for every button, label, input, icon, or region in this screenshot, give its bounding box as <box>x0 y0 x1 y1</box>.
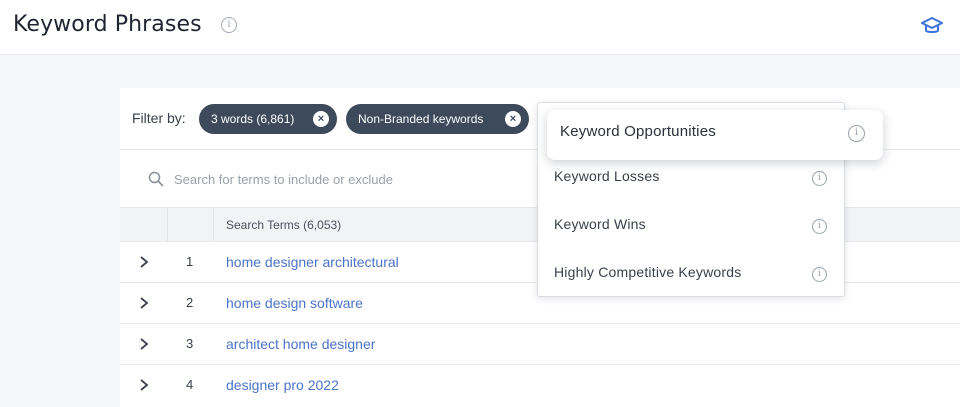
row-number: 2 <box>186 295 194 310</box>
dropdown-option-label: Keyword Losses <box>554 168 660 184</box>
search-term-link[interactable]: home designer architectural <box>226 254 399 270</box>
info-icon[interactable]: i <box>812 171 827 186</box>
table-row[interactable]: 3 architect home designer <box>120 324 960 365</box>
search-input[interactable] <box>174 166 574 192</box>
search-term-link[interactable]: home design software <box>226 295 363 311</box>
dropdown-option-keyword-opportunities[interactable]: Keyword Opportunities i <box>547 110 883 160</box>
graduation-cap-icon[interactable] <box>920 15 944 37</box>
row-number: 1 <box>186 254 194 269</box>
column-divider <box>167 208 168 242</box>
chevron-right-icon[interactable] <box>138 378 150 392</box>
row-number: 4 <box>186 377 194 392</box>
chevron-right-icon[interactable] <box>138 296 150 310</box>
dropdown-option-highly-competitive[interactable]: Highly Competitive Keywords i <box>538 250 844 296</box>
page-title: Keyword Phrases <box>13 12 202 37</box>
dropdown-selected-label: Keyword Opportunities <box>560 123 716 140</box>
search-term-link[interactable]: architect home designer <box>226 336 375 352</box>
dropdown-option-label: Highly Competitive Keywords <box>554 264 742 280</box>
info-icon[interactable]: i <box>848 125 865 142</box>
info-icon[interactable]: i <box>221 17 237 33</box>
column-divider <box>213 208 214 242</box>
filter-label: Filter by: <box>132 110 186 126</box>
dropdown-option-keyword-wins[interactable]: Keyword Wins i <box>538 202 844 248</box>
close-circle-icon[interactable]: × <box>313 111 329 127</box>
filter-chip-non-branded[interactable]: Non-Branded keywords × <box>346 104 529 134</box>
filter-chip-label: Non-Branded keywords <box>358 112 484 126</box>
close-circle-icon[interactable]: × <box>505 111 521 127</box>
row-number: 3 <box>186 336 194 351</box>
table-row[interactable]: 4 designer pro 2022 <box>120 365 960 406</box>
filter-chip-label: 3 words (6,861) <box>211 112 295 126</box>
info-icon[interactable]: i <box>812 219 827 234</box>
search-term-link[interactable]: designer pro 2022 <box>226 377 339 393</box>
dropdown-option-keyword-losses[interactable]: Keyword Losses i <box>538 154 844 200</box>
search-icon <box>148 171 164 187</box>
chevron-right-icon[interactable] <box>138 255 150 269</box>
column-header-search-terms[interactable]: Search Terms (6,053) <box>226 218 341 232</box>
filter-chip-word-count[interactable]: 3 words (6,861) × <box>199 104 337 134</box>
page-header: Keyword Phrases i <box>0 0 960 55</box>
dropdown-option-label: Keyword Wins <box>554 216 646 232</box>
info-icon[interactable]: i <box>812 267 827 282</box>
chevron-right-icon[interactable] <box>138 337 150 351</box>
